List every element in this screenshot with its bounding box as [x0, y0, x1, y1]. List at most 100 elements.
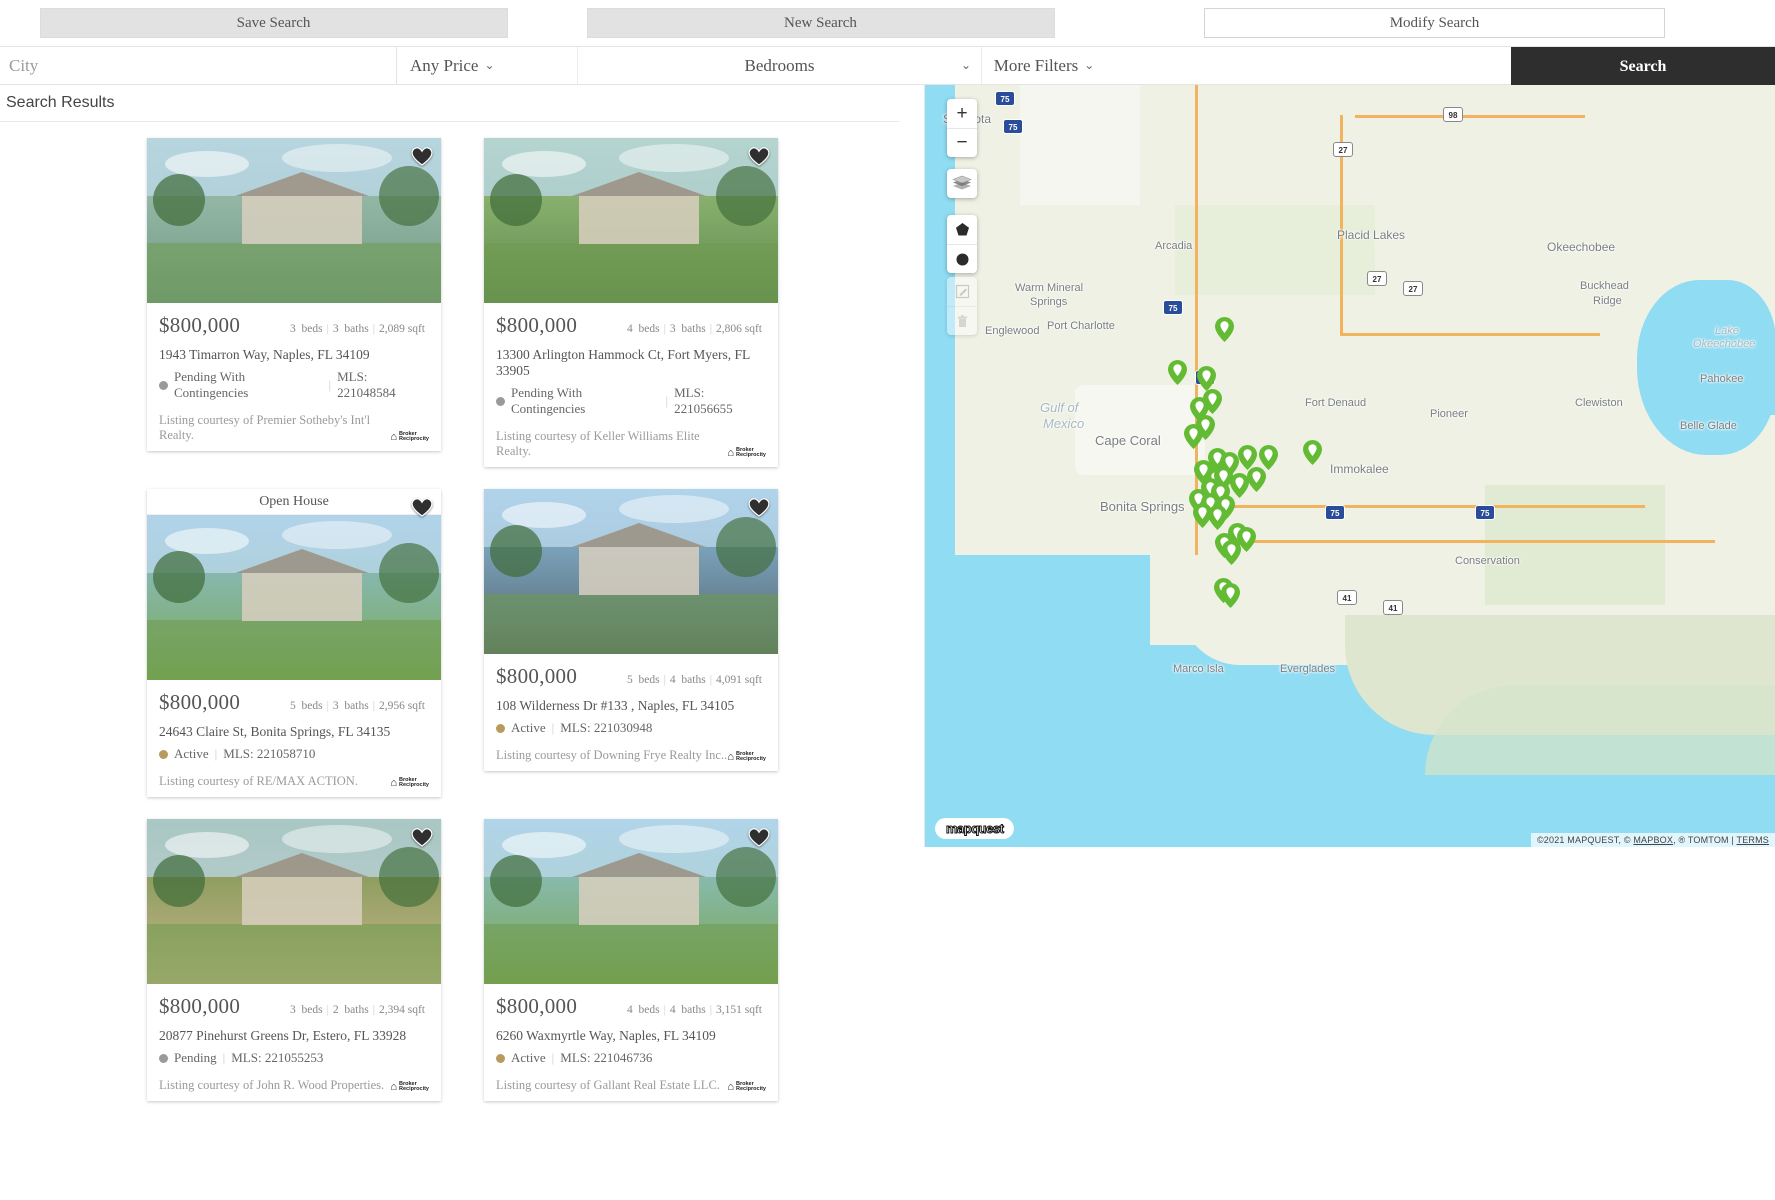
highway-shield-icon: 27: [1333, 142, 1353, 157]
listing-card-cell: $800,000 5 beds | 4 baths | 4,091 sqft 108 Wil…: [484, 489, 800, 819]
status-separator: |: [214, 746, 218, 761]
listing-photo[interactable]: [147, 819, 441, 984]
courtesy-text: Listing courtesy of Gallant Real Estate …: [496, 1078, 720, 1092]
modify-search-button[interactable]: Modify Search: [1204, 8, 1665, 38]
bed-count: 5 beds: [627, 674, 660, 686]
map-land-glades-low: [1425, 685, 1775, 775]
favorite-heart-icon[interactable]: [411, 146, 433, 168]
listing-photo[interactable]: [484, 138, 778, 303]
bedrooms-dropdown-label: Bedrooms: [744, 55, 815, 75]
listing-price: $800,000: [159, 313, 241, 337]
map-property-pin[interactable]: [1221, 583, 1240, 608]
filter-bar: Any Price ⌄ Bedrooms ⌄ More Filters ⌄ Se…: [0, 46, 1775, 86]
map-property-pin[interactable]: [1247, 467, 1266, 492]
favorite-heart-icon[interactable]: [748, 146, 770, 168]
favorite-heart-icon[interactable]: [411, 827, 433, 849]
broker-logo-text: Broker Reciprocity: [736, 446, 766, 458]
zoom-controls[interactable]: + −: [947, 99, 977, 157]
house-icon: ⌂: [390, 431, 398, 443]
house-icon: ⌂: [390, 777, 398, 789]
circle-icon[interactable]: [947, 244, 977, 273]
listing-body: $800,000 3 beds | 3 baths | 2,089 sqft 1943 Ti…: [147, 303, 441, 451]
map-property-pin[interactable]: [1208, 505, 1227, 530]
listing-status-row: Pending With Contingencies | MLS: 22104858…: [159, 369, 429, 401]
attribution-terms-link[interactable]: TERMS: [1737, 835, 1770, 845]
listing-courtesy-row: Listing courtesy of Downing Frye Realty …: [496, 748, 766, 763]
favorite-heart-icon[interactable]: [748, 827, 770, 849]
listing-specs: 4 beds | 4 baths | 3,151 sqft: [623, 1004, 766, 1016]
map-edit-tools[interactable]: [947, 277, 977, 335]
search-button[interactable]: Search: [1511, 47, 1775, 86]
map-property-pin[interactable]: [1303, 440, 1322, 465]
listing-address[interactable]: 24643 Claire St, Bonita Springs, FL 3413…: [159, 724, 429, 740]
broker-reciprocity-logo: ⌂ Broker Reciprocity: [390, 777, 429, 789]
map-property-pin[interactable]: [1197, 366, 1216, 391]
map-water-label: Okeechobee: [1693, 338, 1756, 350]
zoom-out-button[interactable]: −: [947, 128, 977, 157]
listing-specs: 5 beds | 3 baths | 2,956 sqft: [286, 700, 429, 712]
house-icon: ⌂: [727, 1081, 735, 1093]
save-search-button[interactable]: Save Search: [39, 8, 508, 38]
status-badge: Pending With Contingencies: [173, 369, 249, 400]
listing-card[interactable]: $800,000 3 beds | 3 baths | 2,089 sqft 1943 Ti…: [147, 138, 441, 451]
listing-body: $800,000 4 beds | 4 baths | 3,151 sqft 6260 Wa…: [484, 984, 778, 1101]
map-property-pin[interactable]: [1184, 424, 1203, 449]
edit-icon[interactable]: [947, 277, 977, 306]
listing-card[interactable]: $800,000 3 beds | 2 baths | 2,394 sqft 20877 P…: [147, 819, 441, 1101]
map-land-green-b: [1485, 485, 1665, 605]
listing-card[interactable]: $800,000 4 beds | 3 baths | 2,806 sqft 13300 A…: [484, 138, 778, 467]
trash-icon[interactable]: [947, 306, 977, 335]
listing-photo[interactable]: [484, 819, 778, 984]
polygon-icon[interactable]: [947, 215, 977, 244]
bath-count: 2 baths: [332, 1004, 369, 1016]
bedrooms-dropdown[interactable]: Bedrooms ⌄: [577, 47, 982, 84]
listing-card[interactable]: Open House $800,000 5 beds | 3 baths | 2,956 s…: [147, 489, 441, 797]
listing-address[interactable]: 20877 Pinehurst Greens Dr, Estero, FL 33…: [159, 1028, 429, 1044]
city-input[interactable]: [7, 54, 396, 77]
highway-shield-icon: 98: [1443, 107, 1463, 122]
listing-address[interactable]: 1943 Timarron Way, Naples, FL 34109: [159, 347, 429, 363]
layers-icon[interactable]: [947, 169, 977, 198]
map-city-label: Okeechobee: [1547, 240, 1616, 254]
map-attribution: ©2021 MAPQUEST, © MAPBOX, ® TOMTOM | TER…: [1530, 833, 1775, 847]
status-badge: Pending: [174, 1050, 217, 1065]
listing-card[interactable]: $800,000 5 beds | 4 baths | 4,091 sqft 108 Wil…: [484, 489, 778, 771]
map-city-label: Conservation: [1455, 555, 1520, 567]
attribution-mid: , ® TOMTOM |: [1673, 835, 1737, 845]
status-badge: Active: [511, 720, 546, 735]
favorite-heart-icon[interactable]: [748, 497, 770, 519]
listing-price: $800,000: [159, 690, 241, 714]
map-draw-tools[interactable]: [947, 215, 977, 273]
property-map[interactable]: SarasotaPlacid LakesOkeechobeeArcadiaBuc…: [924, 85, 1775, 847]
map-city-label: Springs: [1030, 296, 1068, 308]
listing-photo[interactable]: [147, 138, 441, 303]
zoom-in-button[interactable]: +: [947, 99, 977, 128]
map-land-green-a: [1175, 205, 1375, 295]
map-city-label: Pahokee: [1700, 373, 1744, 385]
bed-count: 4 beds: [627, 1004, 660, 1016]
attribution-mapbox-link[interactable]: MAPBOX: [1633, 835, 1673, 845]
listing-address[interactable]: 108 Wilderness Dr #133 , Naples, FL 3410…: [496, 698, 766, 714]
favorite-heart-icon[interactable]: [411, 497, 433, 519]
listing-body: $800,000 5 beds | 3 baths | 2,956 sqft 24643 C…: [147, 680, 441, 797]
new-search-button[interactable]: New Search: [586, 8, 1055, 38]
listing-photo[interactable]: [484, 489, 778, 654]
price-dropdown[interactable]: Any Price ⌄: [397, 47, 577, 84]
map-property-pin[interactable]: [1259, 445, 1278, 470]
mls-number: MLS: 221058710: [223, 746, 316, 761]
map-property-pin[interactable]: [1215, 317, 1234, 342]
listing-photo[interactable]: [147, 515, 441, 680]
mls-number: MLS: 221048584: [337, 369, 396, 400]
map-property-pin[interactable]: [1222, 540, 1241, 565]
results-column: Search Results $800,000 3 beds | 3 baths | 2,…: [0, 85, 924, 1200]
listing-address[interactable]: 13300 Arlington Hammock Ct, Fort Myers, …: [496, 347, 766, 379]
more-filters-dropdown[interactable]: More Filters ⌄: [989, 47, 1099, 84]
price-spec-row: $800,000 4 beds | 3 baths | 2,806 sqft: [496, 313, 766, 338]
listing-card[interactable]: $800,000 4 beds | 4 baths | 3,151 sqft 6260 Wa…: [484, 819, 778, 1101]
map-layers-control[interactable]: [947, 169, 977, 198]
map-property-pin[interactable]: [1168, 360, 1187, 385]
new-search-slot: New Search: [547, 8, 1094, 46]
broker-reciprocity-logo: ⌂ Broker Reciprocity: [727, 447, 766, 459]
listing-address[interactable]: 6260 Waxmyrtle Way, Naples, FL 34109: [496, 1028, 766, 1044]
bed-count: 5 beds: [290, 700, 323, 712]
